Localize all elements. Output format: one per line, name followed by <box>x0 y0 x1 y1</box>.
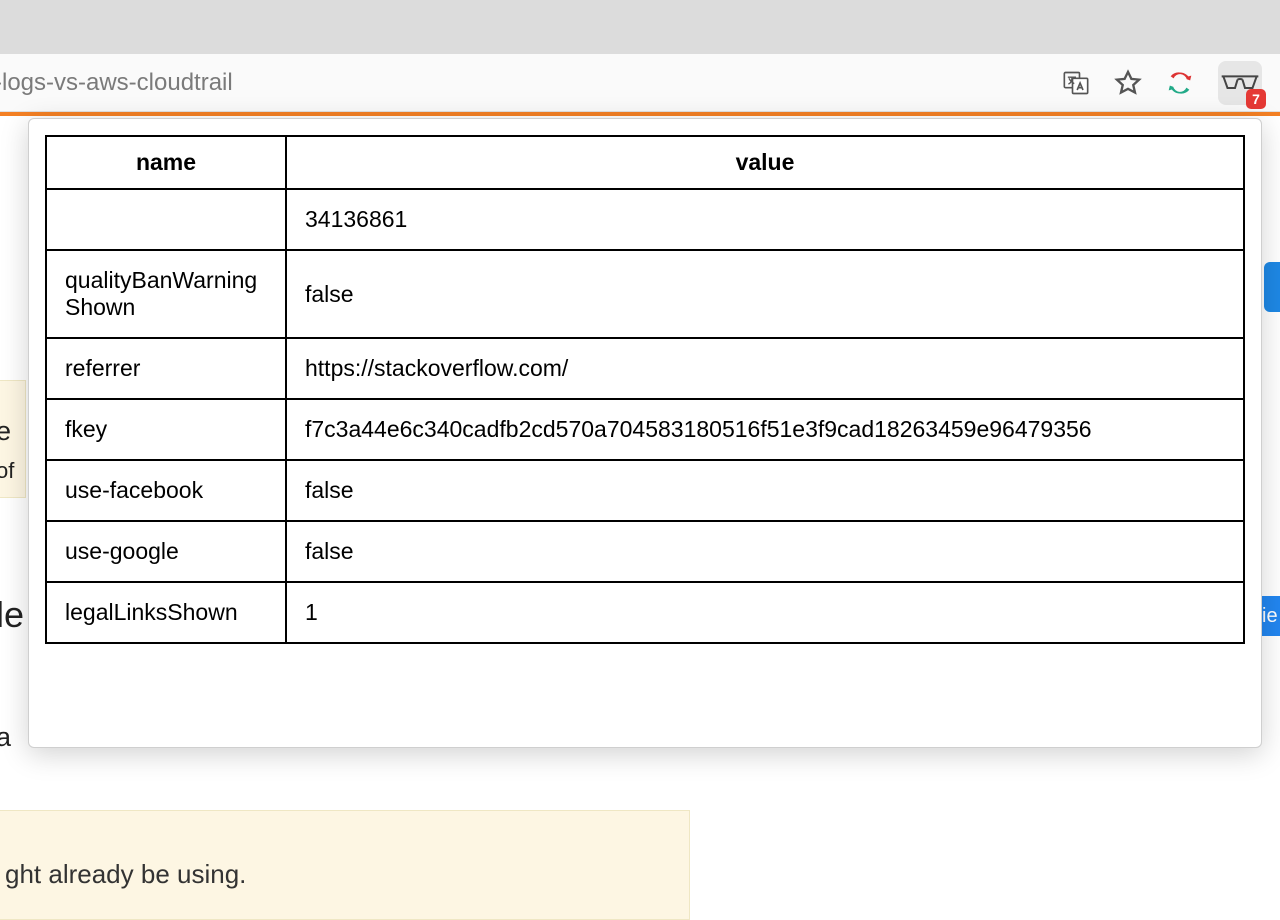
cell-value: false <box>286 250 1244 338</box>
extension-badge: 7 <box>1246 89 1266 109</box>
table-row: legalLinksShown 1 <box>46 582 1244 643</box>
bg-text-fragment: of <box>0 458 14 484</box>
blue-tab-fragment[interactable] <box>1264 262 1280 312</box>
table-row: fkey f7c3a44e6c340cadfb2cd570a7045831805… <box>46 399 1244 460</box>
translate-icon[interactable] <box>1062 69 1090 97</box>
sync-icon[interactable] <box>1166 69 1194 97</box>
table-row: qualityBanWarningShown false <box>46 250 1244 338</box>
cell-value: 1 <box>286 582 1244 643</box>
cell-value: false <box>286 521 1244 582</box>
cell-name <box>46 189 286 250</box>
bg-heading-fragment: le <box>0 594 24 636</box>
address-bar-icons: 7 <box>1062 61 1272 105</box>
table-header-row: name value <box>46 136 1244 189</box>
browser-tab-bar <box>0 0 1280 54</box>
bg-text-fragment: a <box>0 722 11 753</box>
cell-name: use-facebook <box>46 460 286 521</box>
notice-text-line: ght already be using. <box>5 859 246 889</box>
table-row: referrer https://stackoverflow.com/ <box>46 338 1244 399</box>
address-bar: -logs-vs-aws-cloudtrail <box>0 54 1280 112</box>
cell-value: https://stackoverflow.com/ <box>286 338 1244 399</box>
notice-box: ght already be using. <box>0 810 690 920</box>
url-text[interactable]: -logs-vs-aws-cloudtrail <box>0 69 233 97</box>
extension-button[interactable]: 7 <box>1218 61 1262 105</box>
cell-name: legalLinksShown <box>46 582 286 643</box>
cell-value: false <box>286 460 1244 521</box>
cell-name: referrer <box>46 338 286 399</box>
data-table: name value 34136861 qualityBanWarningSho… <box>45 135 1245 644</box>
star-icon[interactable] <box>1114 69 1142 97</box>
cell-value: f7c3a44e6c340cadfb2cd570a704583180516f51… <box>286 399 1244 460</box>
table-row: use-facebook false <box>46 460 1244 521</box>
extension-popup: name value 34136861 qualityBanWarningSho… <box>28 118 1262 748</box>
cell-name: qualityBanWarningShown <box>46 250 286 338</box>
table-row: use-google false <box>46 521 1244 582</box>
cell-name: fkey <box>46 399 286 460</box>
cell-value: 34136861 <box>286 189 1244 250</box>
cell-name: use-google <box>46 521 286 582</box>
bg-text-fragment: e <box>0 416 9 447</box>
col-header-value: value <box>286 136 1244 189</box>
col-header-name: name <box>46 136 286 189</box>
table-row: 34136861 <box>46 189 1244 250</box>
